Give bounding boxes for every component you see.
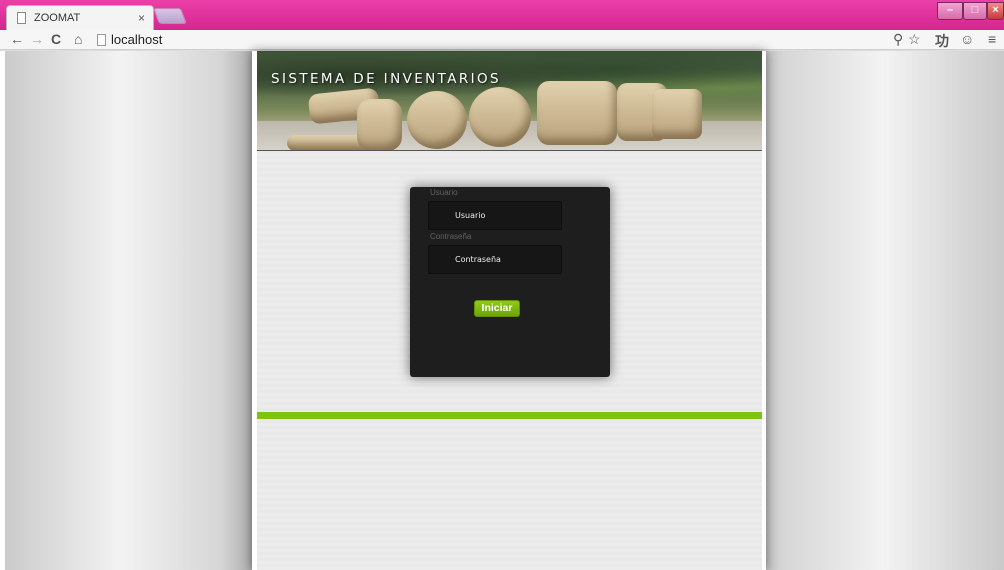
menu-icon[interactable]: ≡ [988,31,996,47]
username-input[interactable] [428,201,562,230]
close-window-button[interactable]: × [987,2,1004,20]
forward-arrow-icon[interactable]: → [30,31,44,47]
new-tab-button[interactable] [153,8,187,24]
extension-icon[interactable]: 功 [935,31,949,51]
maximize-button[interactable]: □ [963,2,987,20]
tab-close-icon[interactable]: × [138,11,145,25]
site-title: SISTEMA DE INVENTARIOS [271,71,502,87]
close-icon: × [992,4,999,16]
page-container: SISTEMA DE INVENTARIOS Usuario Contraseñ… [252,51,766,570]
banner-rock [357,99,402,150]
tab-title: ZOOMAT [34,12,81,24]
browser-titlebar: ZOOMAT × – □ × [0,0,1004,30]
browser-tab[interactable]: ZOOMAT × [6,5,154,30]
browser-toolbar: ← → C ⌂ localhost ⚲ ☆ 功 ☺ ≡ [0,30,1004,50]
banner-rock [537,81,617,145]
zoom-icon[interactable]: ⚲ [893,31,903,48]
maximize-icon: □ [971,4,979,16]
login-box: Usuario Contraseña Iniciar [410,187,610,377]
extension-face-icon[interactable]: ☺ [960,31,974,47]
password-label: Contraseña [430,232,472,241]
minimize-button[interactable]: – [937,2,963,20]
bookmark-star-icon[interactable]: ☆ [908,31,921,48]
username-label: Usuario [430,188,458,197]
page-icon [97,34,106,46]
banner-rock [407,91,467,149]
address-bar[interactable]: localhost [111,32,162,47]
password-input[interactable] [428,245,562,274]
reload-icon[interactable]: C [51,31,61,47]
login-button[interactable]: Iniciar [474,300,520,317]
header-banner: SISTEMA DE INVENTARIOS [257,51,762,151]
page-icon [17,12,26,24]
banner-rock [469,87,531,147]
page-content: SISTEMA DE INVENTARIOS Usuario Contraseñ… [257,51,762,570]
back-arrow-icon[interactable]: ← [10,31,24,47]
home-icon[interactable]: ⌂ [74,31,82,47]
page-viewport: SISTEMA DE INVENTARIOS Usuario Contraseñ… [0,51,1004,570]
minimize-icon: – [946,4,954,16]
accent-divider [257,412,762,419]
banner-rock [652,89,702,139]
